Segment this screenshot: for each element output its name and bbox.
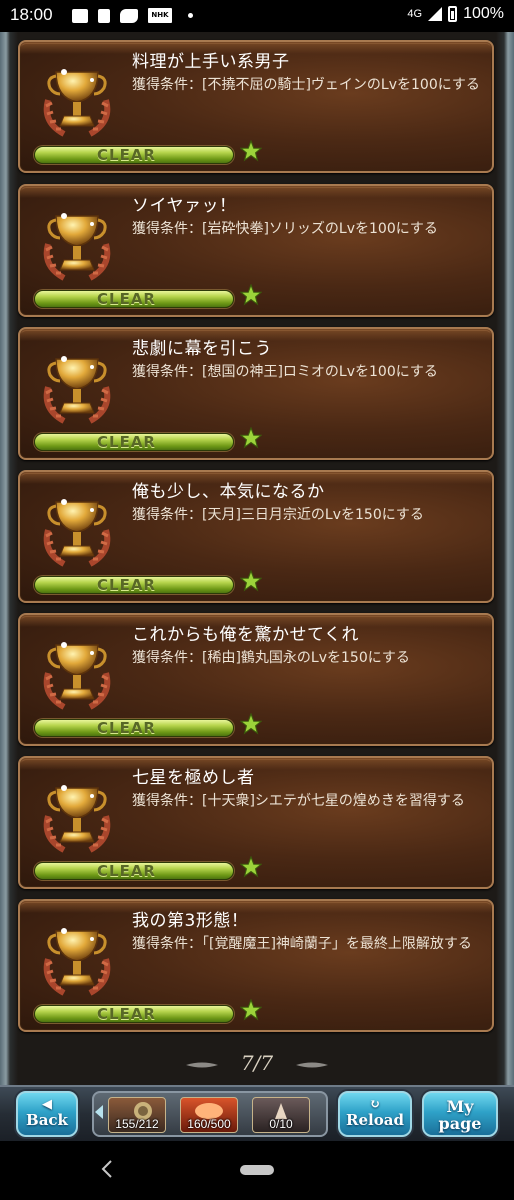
bp-value: 160/500: [187, 1117, 231, 1131]
trophy-item: ソイヤァッ！ 獲得条件：[岩砕快拳]ソリッズのLvを100にする CLEAR: [18, 184, 494, 317]
star-icon: [239, 283, 263, 306]
mypage-button[interactable]: My page: [422, 1091, 498, 1137]
trophy-title: 我の第3形態！: [132, 911, 249, 931]
trophy-item: これからも俺を驚かせてくれ 獲得条件：[稀由]鶴丸国永のLvを150にする CL…: [18, 613, 494, 746]
bp-gauge[interactable]: 160/500: [180, 1097, 238, 1133]
back-arrow-icon: ◀: [42, 1097, 52, 1112]
trophy-item: 料理が上手い系男子 獲得条件：[不撓不屈の騎士]ヴェインのLvを100にする C…: [18, 40, 494, 173]
trophy-cup-icon: [38, 60, 116, 142]
reload-icon: ↻: [369, 1097, 381, 1112]
nav-home-pill[interactable]: [240, 1165, 274, 1175]
trophy-cup-icon: [38, 633, 116, 715]
trophy-title: 七星を極めし者: [132, 768, 255, 788]
clear-label: CLEAR: [97, 146, 156, 164]
ep-value: 0/10: [269, 1117, 293, 1131]
reload-button[interactable]: ↻ Reload: [338, 1091, 412, 1137]
pager: 7/7: [0, 1049, 514, 1079]
system-nav-bar: [0, 1141, 514, 1200]
clear-label: CLEAR: [97, 719, 156, 737]
mypage-label-2: page: [438, 1114, 482, 1133]
nhk-icon: NHK: [148, 8, 172, 23]
star-icon: [239, 426, 263, 449]
star-icon: [239, 712, 263, 735]
page-indicator: 7/7: [240, 1051, 274, 1075]
trophy-cup-icon: [38, 204, 116, 286]
resource-prev-arrow-icon[interactable]: [95, 1105, 103, 1119]
clear-label: CLEAR: [97, 290, 156, 308]
trophy-title: ソイヤァッ！: [132, 196, 237, 216]
clear-bar: CLEAR: [34, 146, 234, 164]
trophy-condition: 獲得条件：[不撓不屈の騎士]ヴェインのLvを100にする: [132, 77, 480, 93]
trophy-condition: 獲得条件：[天月]三日月宗近のLvを150にする: [132, 507, 424, 523]
trophy-title: 料理が上手い系男子: [132, 52, 290, 72]
clear-label: CLEAR: [97, 862, 156, 880]
trophy-condition: 獲得条件：「[覚醒魔王]神崎蘭子」を最終上限解放する: [132, 936, 472, 952]
star-icon: [239, 139, 263, 162]
battery-percent: 100%: [463, 5, 504, 22]
trophy-condition: 獲得条件：[想国の神王]ロミオのLvを100にする: [132, 364, 438, 380]
trophy-condition: 獲得条件：[稀由]鶴丸国永のLvを150にする: [132, 650, 410, 666]
trophy-condition: 獲得条件：[十天衆]シエテが七星の煌めきを習得する: [132, 793, 465, 809]
ep-gauge[interactable]: 0/10: [252, 1097, 310, 1133]
star-icon: [239, 855, 263, 878]
back-button[interactable]: ◀ Back: [16, 1091, 78, 1137]
trophy-condition: 獲得条件：[岩砕快拳]ソリッズのLvを100にする: [132, 221, 438, 237]
ap-gauge[interactable]: 155/212: [108, 1097, 166, 1133]
star-icon: [239, 569, 263, 592]
trophy-cup-icon: [38, 776, 116, 858]
clear-bar: CLEAR: [34, 290, 234, 308]
trophy-title: これからも俺を驚かせてくれ: [132, 625, 359, 645]
clear-bar: CLEAR: [34, 576, 234, 594]
clear-bar: CLEAR: [34, 433, 234, 451]
mypage-label-1: My: [446, 1097, 474, 1116]
trophy-cup-icon: [38, 919, 116, 1001]
ap-value: 155/212: [115, 1117, 159, 1131]
bag-icon: [98, 8, 110, 23]
trophy-list: 料理が上手い系男子 獲得条件：[不撓不屈の騎士]ヴェインのLvを100にする C…: [0, 32, 514, 1085]
status-bar: 18:00 NHK 4G 100%: [0, 0, 514, 32]
resource-box: 155/212 160/500 0/10: [92, 1091, 328, 1137]
signal-icon: [428, 7, 443, 21]
trophy-item: 我の第3形態！ 獲得条件：「[覚醒魔王]神崎蘭子」を最終上限解放する CLEAR: [18, 899, 494, 1032]
star-icon: [239, 998, 263, 1021]
trophy-title: 俺も少し、本気になるか: [132, 482, 325, 502]
network-type: 4G: [407, 8, 423, 20]
pager-ornament-right-icon: [296, 1062, 328, 1068]
clear-bar: CLEAR: [34, 719, 234, 737]
dot-icon: [188, 13, 193, 18]
status-time: 18:00: [10, 5, 53, 24]
trophy-cup-icon: [38, 347, 116, 429]
back-label: Back: [26, 1111, 68, 1129]
game-bottom-bar: ◀ Back 155/212 160/500 0/10 ↻ Reload My …: [0, 1085, 514, 1141]
horse-icon: [120, 8, 138, 23]
image-icon: [72, 8, 88, 23]
notification-icons: NHK: [72, 8, 193, 23]
battery-icon: [448, 6, 458, 22]
trophy-item: 俺も少し、本気になるか 獲得条件：[天月]三日月宗近のLvを150にする CLE…: [18, 470, 494, 603]
trophy-cup-icon: [38, 490, 116, 572]
trophy-item: 七星を極めし者 獲得条件：[十天衆]シエテが七星の煌めきを習得する CLEAR: [18, 756, 494, 889]
clear-bar: CLEAR: [34, 1005, 234, 1023]
clear-label: CLEAR: [97, 576, 156, 594]
reload-label: Reload: [346, 1111, 404, 1129]
trophy-item: 悲劇に幕を引こう 獲得条件：[想国の神王]ロミオのLvを100にする CLEAR: [18, 327, 494, 460]
clear-label: CLEAR: [97, 433, 156, 451]
clear-bar: CLEAR: [34, 862, 234, 880]
nav-back-icon[interactable]: [100, 1159, 114, 1179]
trophy-title: 悲劇に幕を引こう: [132, 339, 272, 359]
clear-label: CLEAR: [97, 1005, 156, 1023]
